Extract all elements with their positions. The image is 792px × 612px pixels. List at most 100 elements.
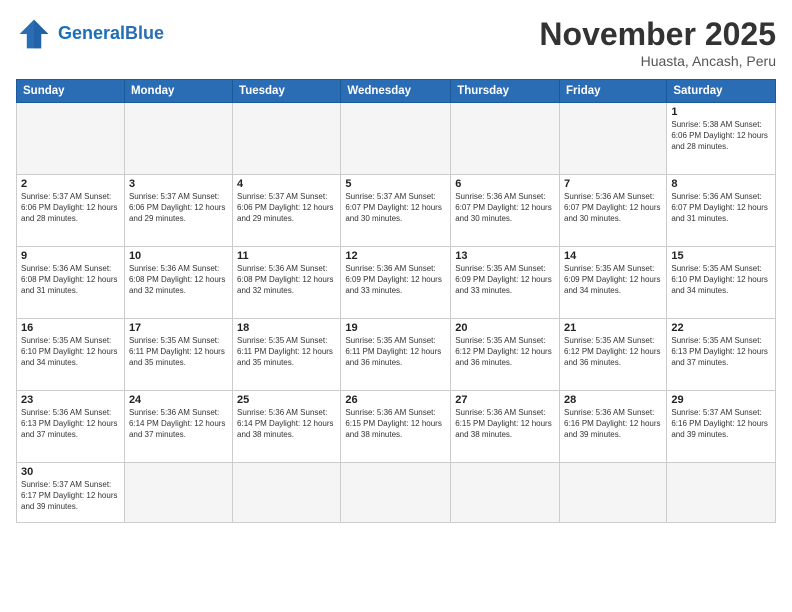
day-info: Sunrise: 5:35 AM Sunset: 6:12 PM Dayligh…: [564, 336, 662, 368]
calendar-cell: 17Sunrise: 5:35 AM Sunset: 6:11 PM Dayli…: [124, 319, 232, 391]
calendar-cell: 19Sunrise: 5:35 AM Sunset: 6:11 PM Dayli…: [341, 319, 451, 391]
calendar-cell: 23 Sunrise: 5:36 AM Sunset: 6:13 PM Dayli…: [17, 391, 125, 463]
calendar-cell: 20 Sunrise: 5:35 AM Sunset: 6:12 PM Dayli…: [451, 319, 560, 391]
calendar-cell: 11Sunrise: 5:36 AM Sunset: 6:08 PM Dayli…: [233, 247, 341, 319]
calendar-cell: [341, 463, 451, 523]
day-info: Sunrise: 5:36 AM Sunset: 6:15 PM Dayligh…: [455, 408, 555, 440]
day-number: 19: [345, 322, 446, 334]
day-info: Sunrise: 5:37 AM Sunset: 6:06 PM Dayligh…: [21, 192, 120, 224]
day-number: 23: [21, 394, 120, 406]
calendar-cell: 10Sunrise: 5:36 AM Sunset: 6:08 PM Dayli…: [124, 247, 232, 319]
calendar-row-4: 16Sunrise: 5:35 AM Sunset: 6:10 PM Dayli…: [17, 319, 776, 391]
calendar-cell: 14 Sunrise: 5:35 AM Sunset: 6:09 PM Dayli…: [560, 247, 667, 319]
header-wednesday: Wednesday: [341, 80, 451, 103]
day-number: 18: [237, 322, 336, 334]
day-info: Sunrise: 5:36 AM Sunset: 6:08 PM Dayligh…: [129, 264, 228, 296]
day-info: Sunrise: 5:35 AM Sunset: 6:09 PM Dayligh…: [564, 264, 662, 296]
calendar-cell: 26 Sunrise: 5:36 AM Sunset: 6:15 PM Dayli…: [341, 391, 451, 463]
calendar-cell: [560, 463, 667, 523]
calendar-cell: 22Sunrise: 5:35 AM Sunset: 6:13 PM Dayli…: [667, 319, 776, 391]
header-friday: Friday: [560, 80, 667, 103]
header-monday: Monday: [124, 80, 232, 103]
calendar-cell: 4 Sunrise: 5:37 AM Sunset: 6:06 PM Daylig…: [233, 175, 341, 247]
calendar-cell: 15 Sunrise: 5:35 AM Sunset: 6:10 PM Dayli…: [667, 247, 776, 319]
day-info: Sunrise: 5:37 AM Sunset: 6:06 PM Dayligh…: [129, 192, 228, 224]
title-block: November 2025 Huasta, Ancash, Peru: [539, 16, 776, 69]
header: GeneralBlue November 2025 Huasta, Ancash…: [16, 16, 776, 69]
day-info: Sunrise: 5:36 AM Sunset: 6:07 PM Dayligh…: [455, 192, 555, 224]
calendar-cell: [233, 463, 341, 523]
day-number: 4: [237, 178, 336, 190]
header-thursday: Thursday: [451, 80, 560, 103]
calendar-cell: [560, 103, 667, 175]
day-number: 28: [564, 394, 662, 406]
day-number: 26: [345, 394, 446, 406]
day-number: 2: [21, 178, 120, 190]
day-number: 11: [237, 250, 336, 262]
header-sunday: Sunday: [17, 80, 125, 103]
day-info: Sunrise: 5:36 AM Sunset: 6:16 PM Dayligh…: [564, 408, 662, 440]
calendar-cell: 2 Sunrise: 5:37 AM Sunset: 6:06 PM Daylig…: [17, 175, 125, 247]
day-number: 7: [564, 178, 662, 190]
calendar-cell: [17, 103, 125, 175]
day-info: Sunrise: 5:36 AM Sunset: 6:13 PM Dayligh…: [21, 408, 120, 440]
calendar-cell: 6 Sunrise: 5:36 AM Sunset: 6:07 PM Daylig…: [451, 175, 560, 247]
calendar-row-2: 2 Sunrise: 5:37 AM Sunset: 6:06 PM Daylig…: [17, 175, 776, 247]
calendar-cell: 18 Sunrise: 5:35 AM Sunset: 6:11 PM Dayli…: [233, 319, 341, 391]
day-number: 25: [237, 394, 336, 406]
calendar-cell: 12 Sunrise: 5:36 AM Sunset: 6:09 PM Dayli…: [341, 247, 451, 319]
day-info: Sunrise: 5:35 AM Sunset: 6:11 PM Dayligh…: [237, 336, 336, 368]
calendar-cell: [667, 463, 776, 523]
day-number: 21: [564, 322, 662, 334]
day-info: Sunrise: 5:35 AM Sunset: 6:09 PM Dayligh…: [455, 264, 555, 296]
day-number: 8: [671, 178, 771, 190]
day-number: 20: [455, 322, 555, 334]
calendar-cell: [451, 103, 560, 175]
day-info: Sunrise: 5:35 AM Sunset: 6:12 PM Dayligh…: [455, 336, 555, 368]
calendar-row-6: 30Sunrise: 5:37 AM Sunset: 6:17 PM Dayli…: [17, 463, 776, 523]
calendar-row-1: 1Sunrise: 5:38 AM Sunset: 6:06 PM Daylig…: [17, 103, 776, 175]
day-info: Sunrise: 5:36 AM Sunset: 6:07 PM Dayligh…: [671, 192, 771, 224]
day-number: 14: [564, 250, 662, 262]
day-number: 3: [129, 178, 228, 190]
day-number: 9: [21, 250, 120, 262]
day-info: Sunrise: 5:37 AM Sunset: 6:07 PM Dayligh…: [345, 192, 446, 224]
day-info: Sunrise: 5:35 AM Sunset: 6:10 PM Dayligh…: [671, 264, 771, 296]
day-info: Sunrise: 5:36 AM Sunset: 6:14 PM Dayligh…: [237, 408, 336, 440]
calendar-cell: 30Sunrise: 5:37 AM Sunset: 6:17 PM Dayli…: [17, 463, 125, 523]
logo-blue: Blue: [125, 23, 164, 43]
calendar-cell: 24Sunrise: 5:36 AM Sunset: 6:14 PM Dayli…: [124, 391, 232, 463]
day-info: Sunrise: 5:36 AM Sunset: 6:07 PM Dayligh…: [564, 192, 662, 224]
calendar-row-5: 23 Sunrise: 5:36 AM Sunset: 6:13 PM Dayli…: [17, 391, 776, 463]
day-info: Sunrise: 5:37 AM Sunset: 6:16 PM Dayligh…: [671, 408, 771, 440]
calendar-cell: 28 Sunrise: 5:36 AM Sunset: 6:16 PM Dayli…: [560, 391, 667, 463]
calendar-cell: 5Sunrise: 5:37 AM Sunset: 6:07 PM Daylig…: [341, 175, 451, 247]
day-number: 29: [671, 394, 771, 406]
day-number: 6: [455, 178, 555, 190]
main-title: November 2025: [539, 16, 776, 53]
calendar-cell: 13 Sunrise: 5:35 AM Sunset: 6:09 PM Dayli…: [451, 247, 560, 319]
logo: GeneralBlue: [16, 16, 164, 52]
day-number: 30: [21, 466, 120, 478]
logo-general: General: [58, 23, 125, 43]
day-info: Sunrise: 5:36 AM Sunset: 6:09 PM Dayligh…: [345, 264, 446, 296]
calendar-cell: [341, 103, 451, 175]
subtitle: Huasta, Ancash, Peru: [539, 53, 776, 69]
day-info: Sunrise: 5:37 AM Sunset: 6:06 PM Dayligh…: [237, 192, 336, 224]
calendar-row-3: 9 Sunrise: 5:36 AM Sunset: 6:08 PM Daylig…: [17, 247, 776, 319]
day-number: 1: [671, 106, 771, 118]
day-number: 12: [345, 250, 446, 262]
logo-icon: [16, 16, 52, 52]
day-number: 27: [455, 394, 555, 406]
header-tuesday: Tuesday: [233, 80, 341, 103]
calendar-cell: 21 Sunrise: 5:35 AM Sunset: 6:12 PM Dayli…: [560, 319, 667, 391]
calendar-cell: 9Sunrise: 5:36 AM Sunset: 6:08 PM Daylig…: [17, 247, 125, 319]
calendar-cell: [124, 103, 232, 175]
day-number: 15: [671, 250, 771, 262]
day-number: 13: [455, 250, 555, 262]
day-info: Sunrise: 5:36 AM Sunset: 6:15 PM Dayligh…: [345, 408, 446, 440]
day-info: Sunrise: 5:35 AM Sunset: 6:13 PM Dayligh…: [671, 336, 771, 368]
calendar-cell: [451, 463, 560, 523]
calendar-cell: 7 Sunrise: 5:36 AM Sunset: 6:07 PM Daylig…: [560, 175, 667, 247]
day-info: Sunrise: 5:36 AM Sunset: 6:14 PM Dayligh…: [129, 408, 228, 440]
